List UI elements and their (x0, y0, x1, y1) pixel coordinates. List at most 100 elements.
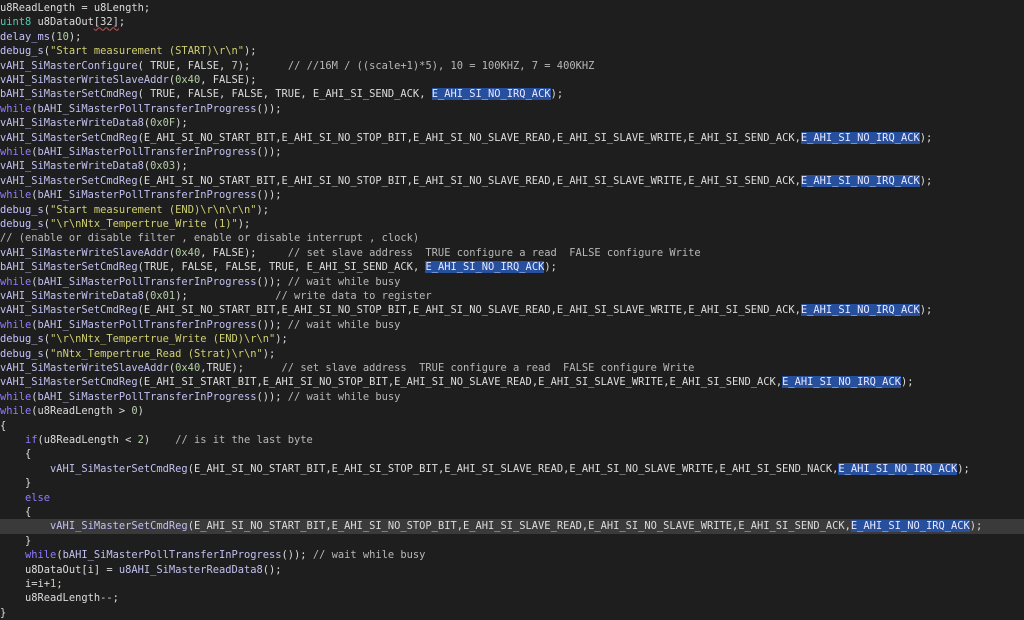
identifier: FALSE (181, 261, 213, 274)
api-call: vAHI_SiMasterSetCmdReg (0, 376, 138, 389)
code-line[interactable]: } (0, 476, 1024, 490)
string-literal: "Start measurement (END)\r\n\r\n" (50, 203, 257, 216)
punctuation: , (218, 59, 232, 72)
punctuation: (u8ReadLength > (31, 405, 132, 418)
code-line[interactable]: vAHI_SiMasterSetCmdReg(E_AHI_SI_NO_START… (0, 174, 1024, 188)
code-line[interactable]: vAHI_SiMasterSetCmdReg(E_AHI_SI_NO_START… (0, 303, 1024, 317)
punctuation: ); (919, 304, 933, 317)
keyword: while (0, 318, 32, 331)
punctuation: , (175, 59, 188, 72)
identifier: E_AHI_SI_NO_START_BIT (143, 131, 276, 144)
code-line[interactable]: vAHI_SiMasterWriteData8(0x01); // write … (0, 289, 1024, 303)
current-code-line[interactable]: vAHI_SiMasterSetCmdReg(E_AHI_SI_NO_START… (0, 519, 1024, 534)
code-line[interactable]: uint8 u8DataOut[32]; (0, 15, 1024, 29)
code-line[interactable]: vAHI_SiMasterWriteSlaveAddr(0x40, FALSE)… (0, 246, 1024, 260)
code-line[interactable]: bAHI_SiMasterSetCmdReg(TRUE, FALSE, FALS… (0, 260, 1024, 274)
code-line[interactable]: i=i+1; (0, 577, 1024, 591)
number-literal: 0x40 (175, 246, 201, 259)
code-line[interactable]: debug_s("Start measurement (START)\r\n")… (0, 44, 1024, 58)
number-literal: 0x40 (175, 74, 201, 86)
code-line[interactable]: while(bAHI_SiMasterPollTransferInProgres… (0, 102, 1024, 116)
identifier: E_AHI_SI_NO_STOP_BIT (331, 520, 457, 533)
code-line[interactable]: vAHI_SiMasterConfigure( TRUE, FALSE, 7);… (0, 59, 1024, 73)
code-line[interactable]: vAHI_SiMasterSetCmdReg(E_AHI_SI_NO_START… (0, 131, 1024, 145)
function-name: debug_s (0, 218, 44, 230)
punctuation: , (200, 74, 213, 86)
punctuation: ); (544, 261, 557, 274)
function-name: debug_s (0, 203, 44, 216)
punctuation: , (794, 174, 801, 187)
string-literal: "\r\nNtx_Tempertrue_Write (END)\r\n" (50, 333, 276, 346)
api-call: bAHI_SiMasterSetCmdReg (0, 88, 138, 101)
code-line[interactable]: while(bAHI_SiMasterPollTransferInProgres… (0, 275, 1024, 289)
punctuation: ); (550, 88, 564, 101)
api-call: vAHI_SiMasterSetCmdReg (50, 520, 188, 533)
keyword: while (0, 275, 32, 288)
punctuation: ()); (256, 275, 288, 288)
code-line[interactable]: u8ReadLength--; (0, 591, 1024, 605)
highlighted-identifier: E_AHI_SI_NO_IRQ_ACK (838, 462, 958, 475)
code-line[interactable]: while(bAHI_SiMasterPollTransferInProgres… (0, 548, 1024, 562)
api-call: vAHI_SiMasterWriteData8 (0, 160, 144, 173)
code-line[interactable]: debug_s("\r\nNtx_Tempertrue_Write (1)"); (0, 217, 1024, 231)
code-line[interactable]: } (0, 606, 1024, 620)
code-line[interactable]: bAHI_SiMasterSetCmdReg( TRUE, FALSE, FAL… (0, 87, 1024, 101)
number-literal: 0x0F (150, 117, 176, 130)
identifier: FALSE (231, 88, 263, 101)
punctuation: ()); (256, 189, 282, 202)
code-line[interactable]: while(bAHI_SiMasterPollTransferInProgres… (0, 145, 1024, 159)
identifier: E_AHI_SI_SLAVE_READ (462, 520, 582, 533)
code-line[interactable]: { (0, 419, 1024, 433)
code-line[interactable]: while(bAHI_SiMasterPollTransferInProgres… (0, 188, 1024, 202)
identifier: TRUE (206, 362, 232, 374)
code-line[interactable]: debug_s("Start measurement (END)\r\n\r\n… (0, 203, 1024, 217)
api-call: bAHI_SiMasterSetCmdReg (0, 261, 138, 274)
punctuation: (); (262, 563, 282, 576)
code-line[interactable]: if(u8ReadLength < 2) // is it the last b… (0, 433, 1024, 447)
code-line[interactable]: debug_s("nNtx_Tempertrue_Read (Strat)\r\… (0, 347, 1024, 361)
code-line[interactable]: u8ReadLength = u8Length; (0, 1, 1024, 15)
punctuation: ); (244, 74, 257, 86)
identifier: TRUE (150, 88, 176, 101)
identifier: E_AHI_SI_SEND_NACK (719, 462, 833, 475)
code-line[interactable]: delay_ms(10); (0, 30, 1024, 44)
punctuation: , (844, 520, 851, 533)
code-line[interactable]: while(bAHI_SiMasterPollTransferInProgres… (0, 318, 1024, 332)
code-line[interactable]: { (0, 505, 1024, 519)
keyword: while (0, 405, 32, 418)
code-line[interactable]: vAHI_SiMasterWriteData8(0x03); (0, 159, 1024, 173)
identifier: E_AHI_SI_SLAVE_WRITE (556, 174, 682, 187)
code-line[interactable]: vAHI_SiMasterWriteSlaveAddr(0x40,TRUE); … (0, 361, 1024, 375)
highlighted-identifier: E_AHI_SI_NO_IRQ_ACK (425, 261, 545, 274)
api-call: vAHI_SiMasterWriteData8 (0, 117, 144, 130)
code-line[interactable]: vAHI_SiMasterWriteSlaveAddr(0x40, FALSE)… (0, 73, 1024, 87)
api-call: vAHI_SiMasterSetCmdReg (0, 131, 138, 144)
code-line[interactable]: { (0, 447, 1024, 461)
string-literal: "Start measurement (START)\r\n" (50, 45, 244, 58)
code-line[interactable]: vAHI_SiMasterSetCmdReg(E_AHI_SI_START_BI… (0, 375, 1024, 389)
identifier: E_AHI_SI_NO_STOP_BIT (281, 174, 407, 187)
identifier: E_AHI_SI_SEND_ACK (688, 131, 795, 144)
punctuation: , (794, 304, 801, 317)
comment: // wait while busy (287, 318, 401, 331)
identifier: E_AHI_SI_NO_STOP_BIT (262, 376, 388, 389)
function-name: debug_s (0, 333, 44, 346)
code-line[interactable]: u8DataOut[i] = u8AHI_SiMasterReadData8()… (0, 563, 1024, 577)
code-line[interactable]: vAHI_SiMasterSetCmdReg(E_AHI_SI_NO_START… (0, 462, 1024, 476)
identifier: E_AHI_SI_SLAVE_WRITE (556, 304, 682, 317)
code-line[interactable]: else (0, 491, 1024, 505)
code-line[interactable]: vAHI_SiMasterWriteData8(0x0F); (0, 116, 1024, 130)
identifier: E_AHI_SI_NO_START_BIT (143, 174, 276, 187)
identifier: TRUE (269, 261, 295, 274)
error-squiggle: [32] (93, 16, 119, 29)
api-call: bAHI_SiMasterPollTransferInProgress (37, 318, 257, 331)
code-line[interactable]: // (enable or disable filter , enable or… (0, 231, 1024, 245)
code-editor[interactable]: u8ReadLength = u8Length; uint8 u8DataOut[… (0, 0, 1024, 619)
code-line[interactable]: while(bAHI_SiMasterPollTransferInProgres… (0, 390, 1024, 404)
api-call: u8AHI_SiMasterReadData8 (118, 563, 263, 576)
code-line[interactable]: } (0, 534, 1024, 548)
code-line[interactable]: while(u8ReadLength > 0) (0, 404, 1024, 418)
punctuation: ); (900, 376, 914, 389)
code-line[interactable]: debug_s("\r\nNtx_Tempertrue_Write (END)\… (0, 332, 1024, 346)
comment: // (enable or disable filter , enable or… (0, 232, 420, 245)
